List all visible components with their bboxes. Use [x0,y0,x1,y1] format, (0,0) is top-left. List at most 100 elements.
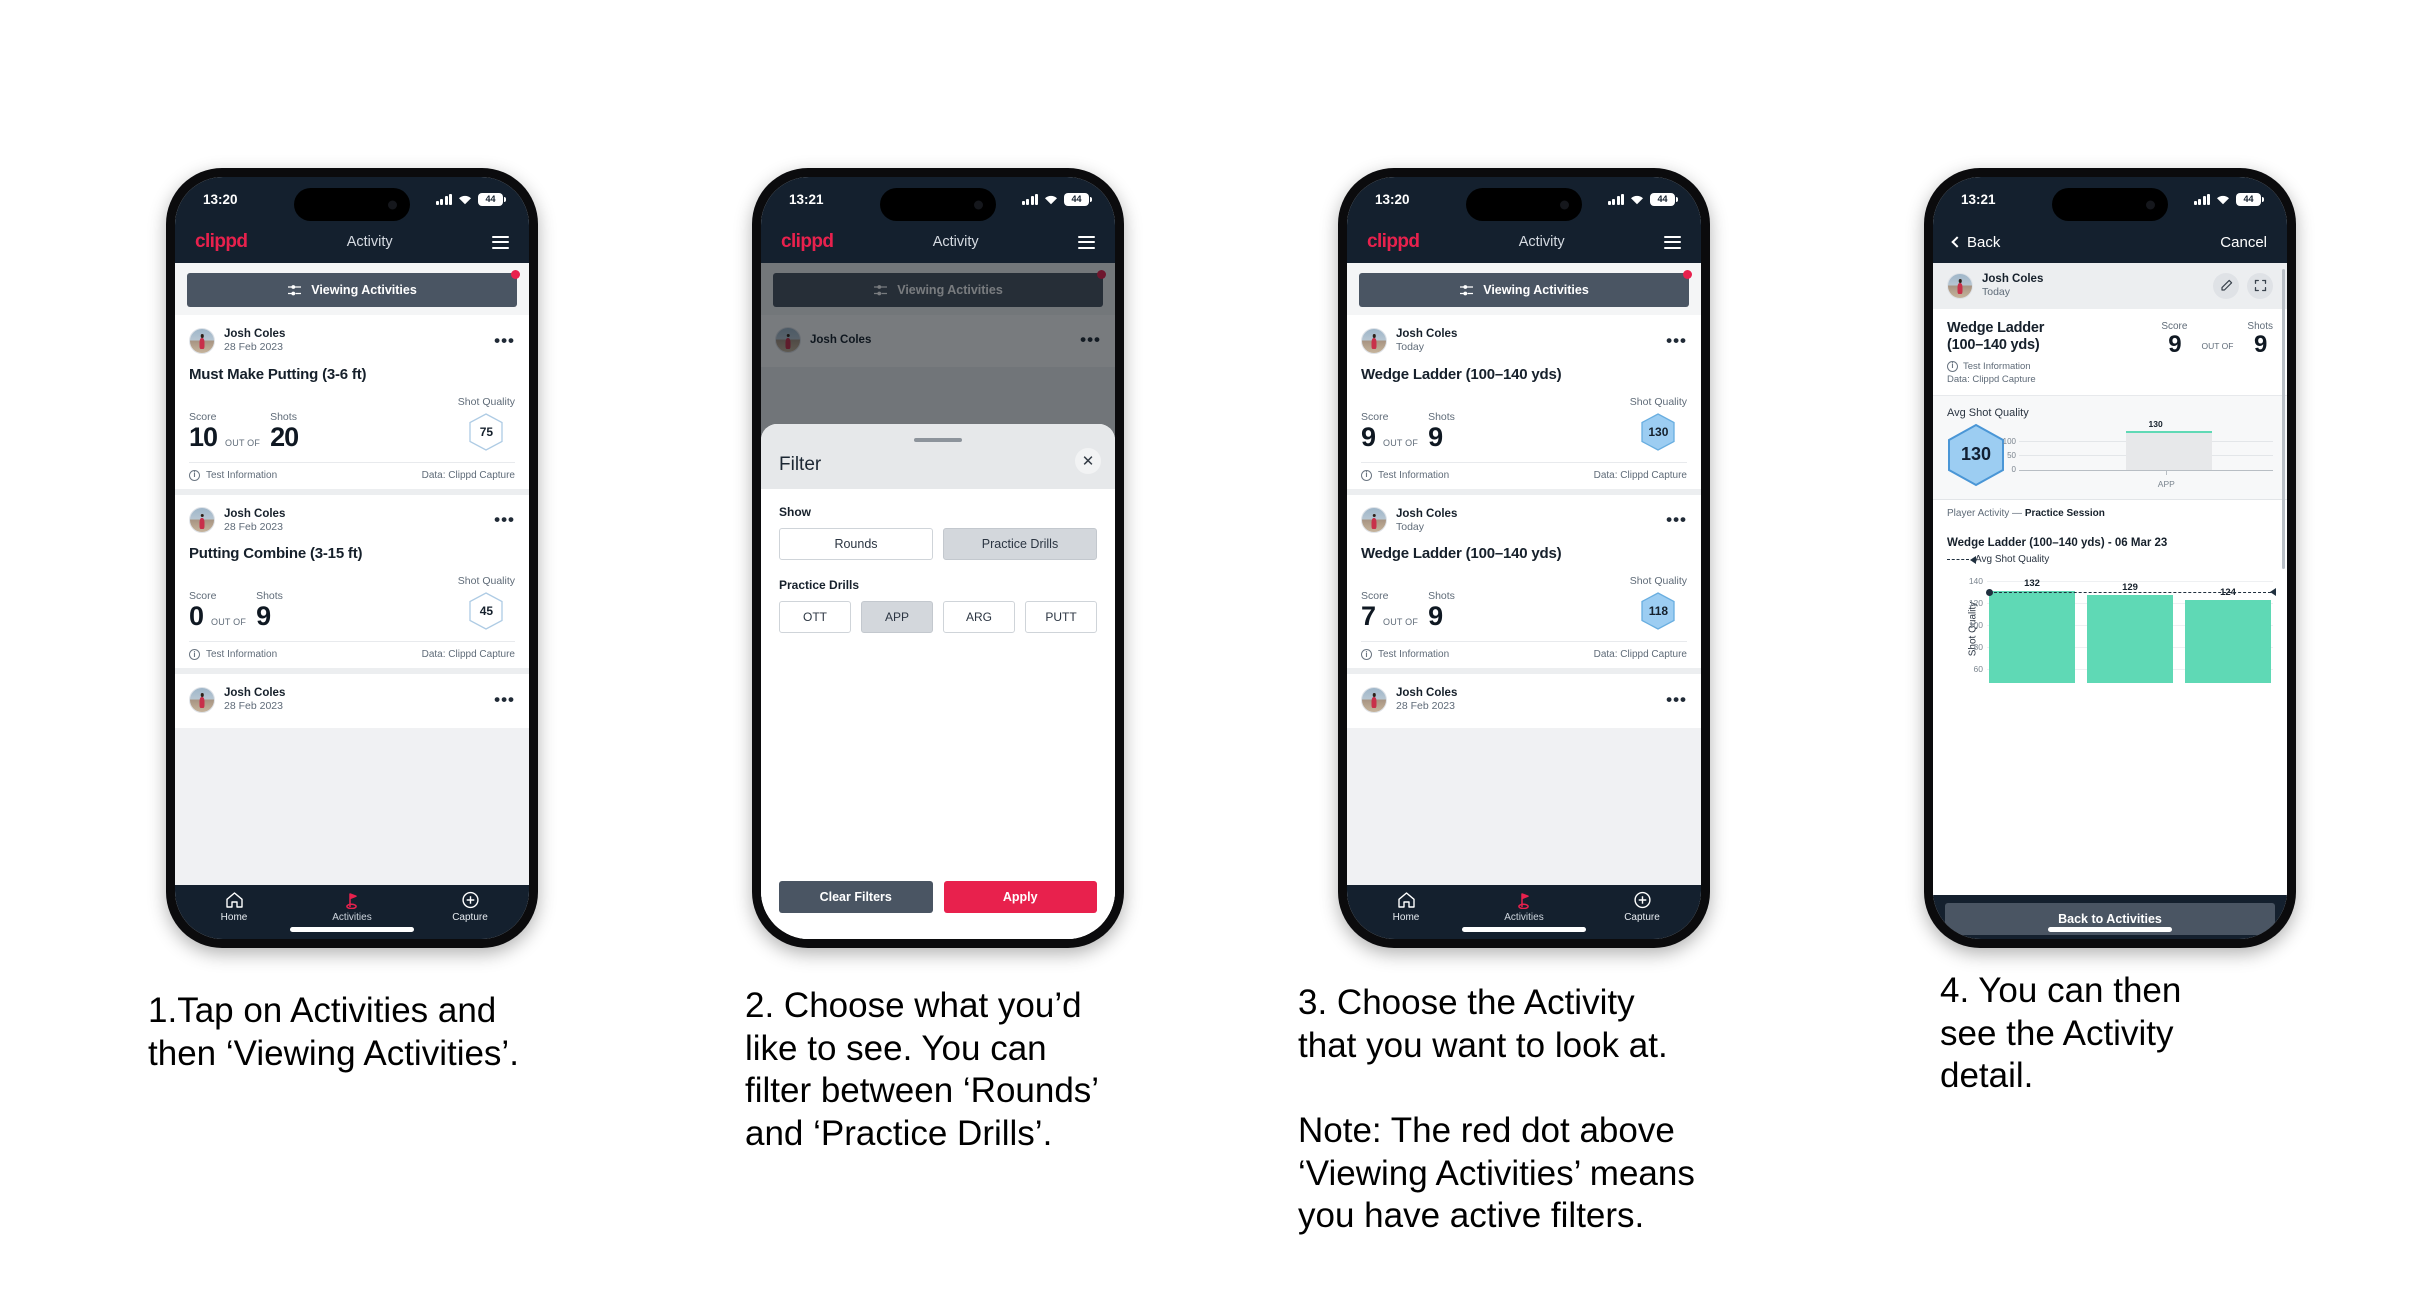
front-camera-icon [2146,200,2155,209]
menu-icon[interactable] [1663,235,1681,249]
card-overflow-menu-icon[interactable]: ••• [494,511,515,528]
filter-option-ott[interactable]: OTT [779,601,851,633]
chart-ytick-60: 60 [1973,663,1983,674]
pencil-icon[interactable] [2213,272,2239,299]
mini-chart-bar [2125,430,2213,470]
notch [294,188,410,221]
detail-summary: Wedge Ladder (100–140 yds) i Test Informa… [1933,308,2287,395]
tab-capture-label: Capture [1624,912,1660,923]
card-overflow-menu-icon[interactable]: ••• [1666,511,1687,528]
cancel-button[interactable]: Cancel [2220,234,2267,251]
activity-card[interactable]: Josh Coles 28 Feb 2023 ••• [175,674,529,728]
card-overflow-menu-icon[interactable]: ••• [1666,690,1687,707]
scrollbar[interactable] [2282,269,2285,569]
filter-modal-header: Filter ✕ [761,424,1115,489]
filter-option-practice-drills[interactable]: Practice Drills [943,528,1097,560]
tab-home[interactable]: Home [175,891,293,923]
card-date: Today [1396,520,1425,533]
filter-modal: Filter ✕ Show Rounds Practice Drills Pra… [761,424,1115,939]
page-title: Activity [1518,234,1565,250]
shot-quality-hex: 75 [469,412,504,451]
battery-level: 44 [2243,194,2254,204]
tutorial-board: 13:20 44 clippd Activity Viewing Activit… [0,0,2423,1303]
shot-quality-value: 75 [479,424,494,439]
filter-option-arg[interactable]: ARG [943,601,1015,633]
avg-shot-quality-mini-chart: 100 50 0 130 APP [2003,419,2273,489]
back-button[interactable]: Back [1951,234,2000,251]
score-value: 0 [189,601,204,631]
filter-option-app[interactable]: APP [861,601,933,633]
data-source-label: Data: Clippd Capture [421,469,515,481]
card-overflow-menu-icon[interactable]: ••• [494,331,515,348]
avatar [189,686,215,713]
tab-home[interactable]: Home [1347,891,1465,923]
sheet-grabber[interactable] [914,438,962,442]
avatar [189,327,215,354]
test-information-label: Test Information [206,649,278,660]
score-value: 10 [189,421,218,452]
menu-icon[interactable] [1077,235,1095,249]
out-of-label: OUT OF [1383,617,1419,627]
activity-card[interactable]: Josh Coles Today ••• Wedge Ladder (100–1… [1347,315,1701,489]
viewing-activities-button[interactable]: Viewing Activities [1359,270,1692,307]
card-overflow-menu-icon[interactable]: ••• [494,690,515,707]
mini-chart-xlabel: APP [2157,478,2175,489]
app-body: Viewing Activities Josh Coles 28 Feb 202… [175,263,529,885]
tab-capture[interactable]: Capture [1583,891,1701,923]
data-source-label: Data: Clippd Capture [1593,469,1687,481]
tab-capture-label: Capture [452,912,488,923]
card-user-name: Josh Coles [224,328,286,340]
front-camera-icon [974,200,983,209]
activity-card[interactable]: Josh Coles 28 Feb 2023 ••• Must Make Put… [175,315,529,489]
filter-modal-footer: Clear Filters Apply [761,881,1115,939]
tab-activities[interactable]: Activities [1465,891,1583,923]
test-information-label: Test Information [1378,649,1450,660]
battery-icon: 44 [478,192,506,206]
tab-home-label: Home [220,912,248,923]
activity-card[interactable]: Josh Coles 28 Feb 2023 ••• Putting Combi… [175,494,529,668]
filter-bar-wrap: Viewing Activities [1347,263,1701,315]
info-icon: i [189,649,200,660]
shots-value: 9 [1428,421,1443,452]
tab-capture[interactable]: Capture [411,891,529,923]
clear-filters-button[interactable]: Clear Filters [779,881,933,913]
activity-card[interactable]: Josh Coles Today ••• Wedge Ladder (100–1… [1347,494,1701,668]
menu-icon[interactable] [491,235,509,249]
detail-nav-bar: Back Cancel [1933,221,2287,263]
info-icon: i [1361,469,1372,481]
expand-icon[interactable] [2247,272,2273,299]
avg-shot-quality-value: 130 [1960,444,1992,465]
sliders-icon [1459,284,1474,297]
wifi-icon [458,194,472,205]
apply-button[interactable]: Apply [943,881,1097,913]
battery-icon: 44 [1064,192,1092,206]
cellular-signal-icon [1607,193,1624,205]
caption-3: 3. Choose the Activity that you want to … [1298,983,1695,1236]
test-information-label: Test Information [1378,469,1450,481]
sliders-icon [287,284,302,297]
activity-card[interactable]: Josh Coles 28 Feb 2023 ••• [1347,674,1701,728]
drill-options: OTT APP ARG PUTT [779,601,1097,633]
shot-quality-label: Shot Quality [457,575,515,587]
cellular-signal-icon [1021,193,1038,205]
detail-chart-legend-label: Avg Shot Quality [1975,553,2050,565]
detail-out-of-label: OUT OF [2201,340,2234,351]
card-user-name: Josh Coles [224,687,286,699]
avatar [1947,272,1973,299]
filter-option-putt[interactable]: PUTT [1025,601,1097,633]
card-overflow-menu-icon[interactable]: ••• [1666,331,1687,348]
wifi-icon [1044,194,1058,205]
mini-chart-value-label: 130 [2148,418,2163,429]
phone-4: 13:21 44 Back Cancel Josh Coles Today We… [1924,168,2296,948]
filter-option-rounds[interactable]: Rounds [779,528,933,560]
close-icon[interactable]: ✕ [1075,448,1101,474]
viewing-activities-button[interactable]: Viewing Activities [187,270,520,307]
cellular-signal-icon [435,193,452,205]
tab-activities[interactable]: Activities [293,891,411,923]
card-date: 28 Feb 2023 [224,520,283,533]
detail-shots-value: 9 [2254,330,2267,358]
chart-bar: 129 [2087,582,2173,683]
shot-quality-bar-chart: Shot Quality 140 120 100 80 60 132 129 1… [1947,575,2276,683]
filter-modal-body: Show Rounds Practice Drills Practice Dri… [761,489,1115,881]
card-date: Today [1396,341,1425,354]
